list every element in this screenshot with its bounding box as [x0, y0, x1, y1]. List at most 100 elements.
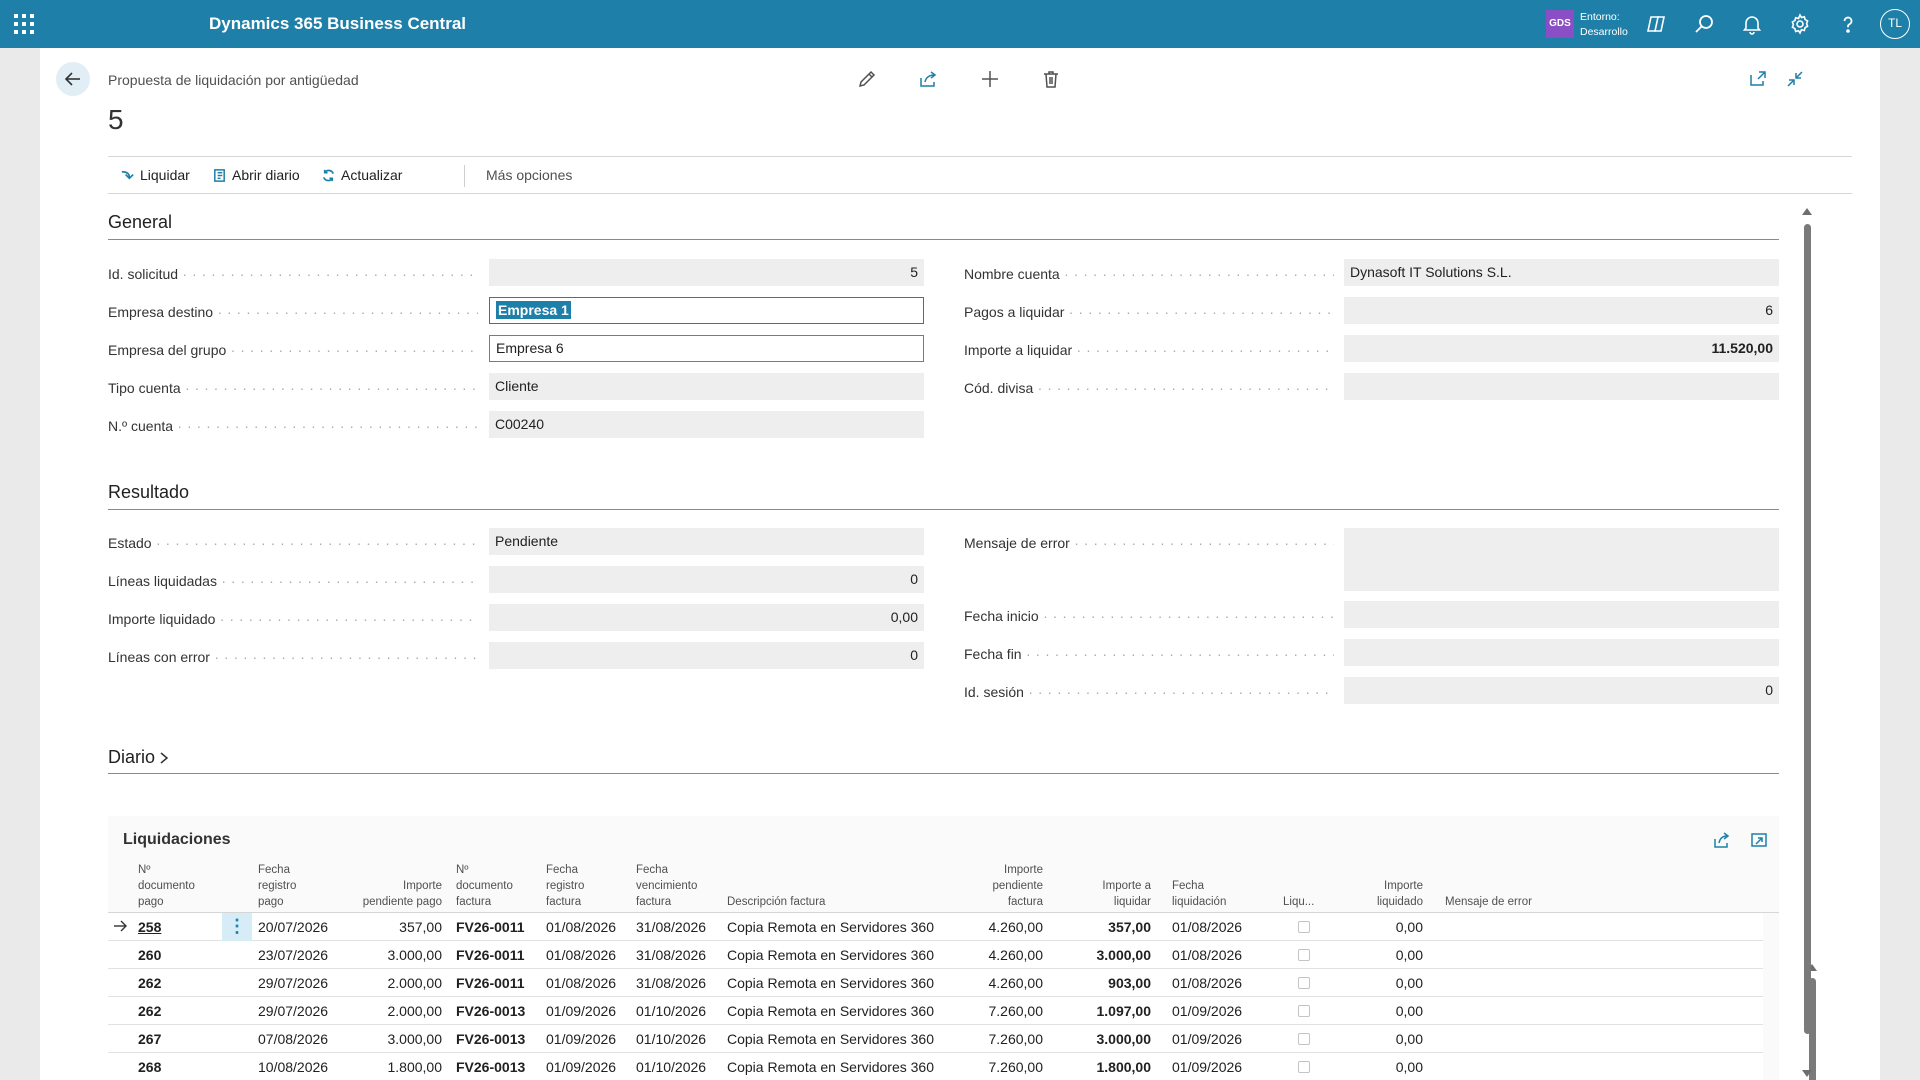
copilot-icon[interactable] [1644, 12, 1668, 36]
col-header-importe-pend-factura[interactable]: Importe pendiente factura [948, 862, 1043, 910]
field-label-lineas-liquidadas: Líneas liquidadas [108, 573, 478, 589]
cell-fecha-venc-fact: 01/10/2026 [636, 1031, 707, 1047]
col-header-importe-liquidado[interactable]: Importe liquidado [1348, 878, 1423, 910]
row-arrow-icon [114, 920, 127, 932]
app-launcher-icon[interactable] [14, 14, 34, 34]
field-label-pagos-liquidar: Pagos a liquidar [964, 304, 1334, 320]
general-section-title[interactable]: General [108, 212, 172, 233]
col-header-fecha-liquidacion[interactable]: Fecha liquidación [1172, 878, 1252, 910]
cell-doc-pago[interactable]: 262 [138, 1003, 161, 1019]
share-icon[interactable] [917, 68, 939, 90]
app-name[interactable]: Dynamics 365 Business Central [209, 14, 466, 34]
abrir-diario-button[interactable]: Abrir diario [212, 167, 300, 183]
col-header-descripcion[interactable]: Descripción factura [727, 894, 887, 910]
diario-section-title[interactable]: Diario [108, 747, 170, 768]
cell-doc-pago[interactable]: 267 [138, 1031, 161, 1047]
field-pagos-liquidar: 6 [1344, 297, 1779, 324]
col-header-fecha-reg-factura[interactable]: Fecha registro factura [546, 862, 616, 910]
actualizar-button[interactable]: Actualizar [321, 167, 402, 183]
cell-imp-liquidado: 0,00 [1395, 975, 1423, 991]
more-options-button[interactable]: Más opciones [486, 167, 572, 183]
back-button[interactable] [56, 62, 90, 96]
chevron-right-icon [160, 751, 169, 764]
table-row[interactable]: 258 ⋮ 20/07/2026 357,00 FV26-0011 01/08/… [108, 913, 1763, 941]
cell-imp-liquidar: 357,00 [1108, 919, 1151, 935]
page-scroll-down[interactable] [1802, 1070, 1812, 1077]
page-scrollbar[interactable] [1801, 208, 1813, 1080]
cell-imp-liquidar: 3.000,00 [1096, 1031, 1152, 1047]
col-header-doc-factura[interactable]: Nº documento factura [456, 862, 536, 910]
open-new-window-icon[interactable] [1747, 68, 1769, 90]
page-scroll-up[interactable] [1802, 208, 1812, 215]
table-row[interactable]: 262 29/07/2026 2.000,00 FV26-0013 01/09/… [108, 997, 1763, 1025]
liquidaciones-part: Liquidaciones Nº documento pago Fecha re… [108, 816, 1779, 1080]
col-header-mensaje-error[interactable]: Mensaje de error [1445, 894, 1585, 910]
environment-name: Desarrollo [1580, 26, 1628, 38]
edit-icon[interactable] [856, 68, 878, 90]
cell-descripcion: Copia Remota en Servidores 360 [727, 919, 935, 935]
col-header-liquidado[interactable]: Liqu... [1283, 894, 1328, 910]
page-scroll-thumb[interactable] [1804, 224, 1811, 1034]
row-menu-icon[interactable]: ⋮ [222, 913, 252, 941]
table-row[interactable]: 262 29/07/2026 2.000,00 FV26-0011 01/08/… [108, 969, 1763, 997]
gear-icon[interactable] [1788, 12, 1812, 36]
action-bar: Liquidar Abrir diario Actualizar Más opc… [108, 156, 1852, 194]
col-header-importe-liquidar[interactable]: Importe a liquidar [1058, 878, 1151, 910]
help-icon[interactable] [1836, 12, 1860, 36]
delete-icon[interactable] [1040, 68, 1062, 90]
field-empresa-grupo[interactable]: Empresa 6 [489, 335, 924, 362]
cell-doc-factura: FV26-0013 [456, 1031, 526, 1047]
field-label-empresa-grupo: Empresa del grupo [108, 342, 478, 358]
diario-divider [108, 773, 1779, 774]
cell-imp-liquidar: 1.800,00 [1096, 1059, 1152, 1075]
share-icon[interactable] [1712, 830, 1732, 850]
cell-doc-pago[interactable]: 268 [138, 1059, 161, 1075]
cell-doc-factura: FV26-0011 [456, 919, 525, 935]
field-label-importe-liquidado: Importe liquidado [108, 611, 478, 627]
open-new-window-icon[interactable] [1749, 830, 1769, 850]
cell-liquidado-checkbox [1298, 1061, 1310, 1073]
search-icon[interactable] [1692, 12, 1716, 36]
liquidar-button[interactable]: Liquidar [120, 167, 190, 183]
cell-imp-pend-fact: 7.260,00 [988, 1059, 1044, 1075]
cell-descripcion: Copia Remota en Servidores 360 [727, 947, 935, 963]
cell-imp-pend-fact: 4.260,00 [988, 947, 1044, 963]
collapse-icon[interactable] [1784, 68, 1806, 90]
environment-info[interactable]: Entorno: Desarrollo [1580, 10, 1628, 40]
cell-imp-liquidar: 903,00 [1108, 975, 1151, 991]
field-label-no-cuenta: N.º cuenta [108, 418, 478, 434]
cell-imp-liquidar: 1.097,00 [1096, 1003, 1152, 1019]
table-row[interactable]: 260 23/07/2026 3.000,00 FV26-0011 01/08/… [108, 941, 1763, 969]
cell-fecha-liq: 01/09/2026 [1172, 1003, 1243, 1019]
table-row[interactable]: 268 10/08/2026 1.800,00 FV26-0013 01/09/… [108, 1053, 1763, 1080]
cell-imp-pend-pago: 357,00 [399, 919, 442, 935]
bell-icon[interactable] [1740, 12, 1764, 36]
field-importe-liquidado: 0,00 [489, 604, 924, 631]
cell-imp-pend-fact: 7.260,00 [988, 1031, 1044, 1047]
add-icon[interactable] [979, 68, 1001, 90]
cell-imp-pend-pago: 3.000,00 [387, 1031, 443, 1047]
environment-badge[interactable]: GDS [1546, 10, 1574, 38]
cell-descripcion: Copia Remota en Servidores 360 [727, 1059, 935, 1075]
field-label-lineas-error: Líneas con error [108, 649, 478, 665]
cell-fecha-liq: 01/08/2026 [1172, 947, 1243, 963]
table-row[interactable]: 267 07/08/2026 3.000,00 FV26-0013 01/09/… [108, 1025, 1763, 1053]
cell-doc-pago[interactable]: 258 [138, 919, 161, 935]
cell-imp-liquidado: 0,00 [1395, 1003, 1423, 1019]
col-header-fecha-reg-pago[interactable]: Fecha registro pago [258, 862, 328, 910]
field-empresa-destino[interactable]: Empresa 1 [489, 297, 924, 324]
field-label-tipo-cuenta: Tipo cuenta [108, 380, 478, 396]
col-header-doc-pago[interactable]: Nº documento pago [138, 862, 218, 910]
col-header-importe-pend-pago[interactable]: Importe pendiente pago [336, 878, 442, 910]
cell-liquidado-checkbox [1298, 977, 1310, 989]
cell-doc-pago[interactable]: 260 [138, 947, 161, 963]
cell-fecha-venc-fact: 31/08/2026 [636, 947, 707, 963]
resultado-divider [108, 509, 1779, 510]
user-avatar[interactable]: TL [1880, 9, 1910, 39]
cell-doc-pago[interactable]: 262 [138, 975, 161, 991]
resultado-section-title[interactable]: Resultado [108, 482, 189, 503]
cell-descripcion: Copia Remota en Servidores 360 [727, 975, 935, 991]
col-header-fecha-venc-factura[interactable]: Fecha vencimiento factura [636, 862, 716, 910]
field-id-sesion: 0 [1344, 677, 1779, 704]
page-title: 5 [108, 104, 124, 135]
